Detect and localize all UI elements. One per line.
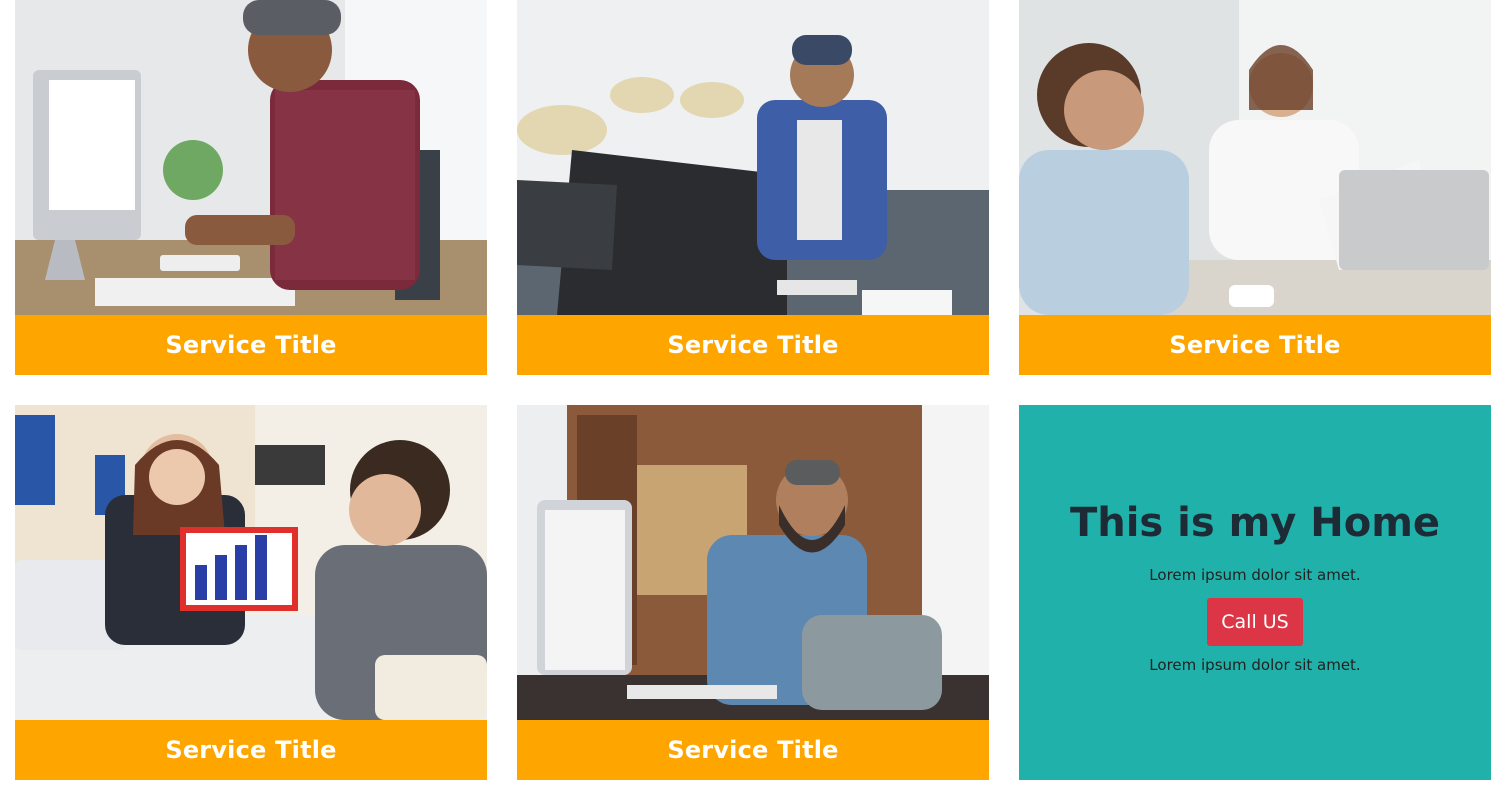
photo-image <box>15 405 487 720</box>
service-title: Service Title <box>15 315 487 375</box>
photo-image <box>15 0 487 315</box>
services-grid: Service Title Service Title Service Titl… <box>0 0 1506 810</box>
service-photo <box>15 405 487 720</box>
service-title: Service Title <box>517 720 989 780</box>
service-photo <box>1019 0 1491 315</box>
service-card[interactable]: Service Title <box>517 0 989 375</box>
service-photo <box>517 0 989 315</box>
service-title: Service Title <box>517 315 989 375</box>
photo-image <box>517 405 989 720</box>
photo-image <box>517 0 989 315</box>
home-text-top: Lorem ipsum dolor sit amet. <box>1149 565 1361 584</box>
home-heading: This is my Home <box>1069 499 1441 546</box>
service-card[interactable]: Service Title <box>517 405 989 780</box>
service-photo <box>15 0 487 315</box>
service-card[interactable]: Service Title <box>1019 0 1491 375</box>
service-card[interactable]: Service Title <box>15 0 487 375</box>
service-photo <box>517 405 989 720</box>
service-title: Service Title <box>1019 315 1491 375</box>
home-cta-card: This is my Home Lorem ipsum dolor sit am… <box>1019 405 1491 780</box>
service-card[interactable]: Service Title <box>15 405 487 780</box>
call-us-button[interactable]: Call US <box>1207 597 1303 646</box>
photo-image <box>1019 0 1491 315</box>
service-title: Service Title <box>15 720 487 780</box>
home-text-bottom: Lorem ipsum dolor sit amet. <box>1149 655 1361 674</box>
